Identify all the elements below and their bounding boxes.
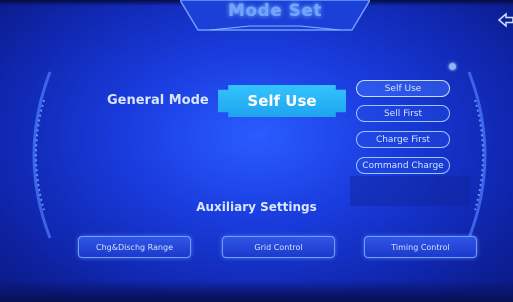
timing-control-button[interactable]: Timing Control (364, 236, 477, 258)
general-mode-selector[interactable]: Self Use (218, 85, 346, 117)
option-sell-first[interactable]: Sell First (356, 105, 450, 122)
mode-set-screen: Mode Set General Mode Self Use Self Use … (0, 0, 513, 302)
page-title: Mode Set (227, 1, 323, 21)
left-arc-decoration (32, 71, 52, 239)
back-arrow-icon[interactable] (497, 12, 513, 28)
chg-dischg-range-button[interactable]: Chg&Dischg Range (78, 236, 191, 258)
option-self-use[interactable]: Self Use (356, 80, 450, 97)
grid-control-button[interactable]: Grid Control (222, 236, 335, 258)
auxiliary-settings-label: Auxiliary Settings (196, 200, 317, 214)
option-charge-first[interactable]: Charge First (356, 131, 450, 148)
right-arc-decoration (467, 71, 487, 239)
general-mode-label: General Mode (107, 93, 209, 108)
option-command-charge[interactable]: Command Charge (356, 157, 450, 174)
bottom-bezel (0, 280, 513, 302)
options-panel-indicator (449, 63, 456, 70)
title-tab: Mode Set (180, 0, 370, 34)
